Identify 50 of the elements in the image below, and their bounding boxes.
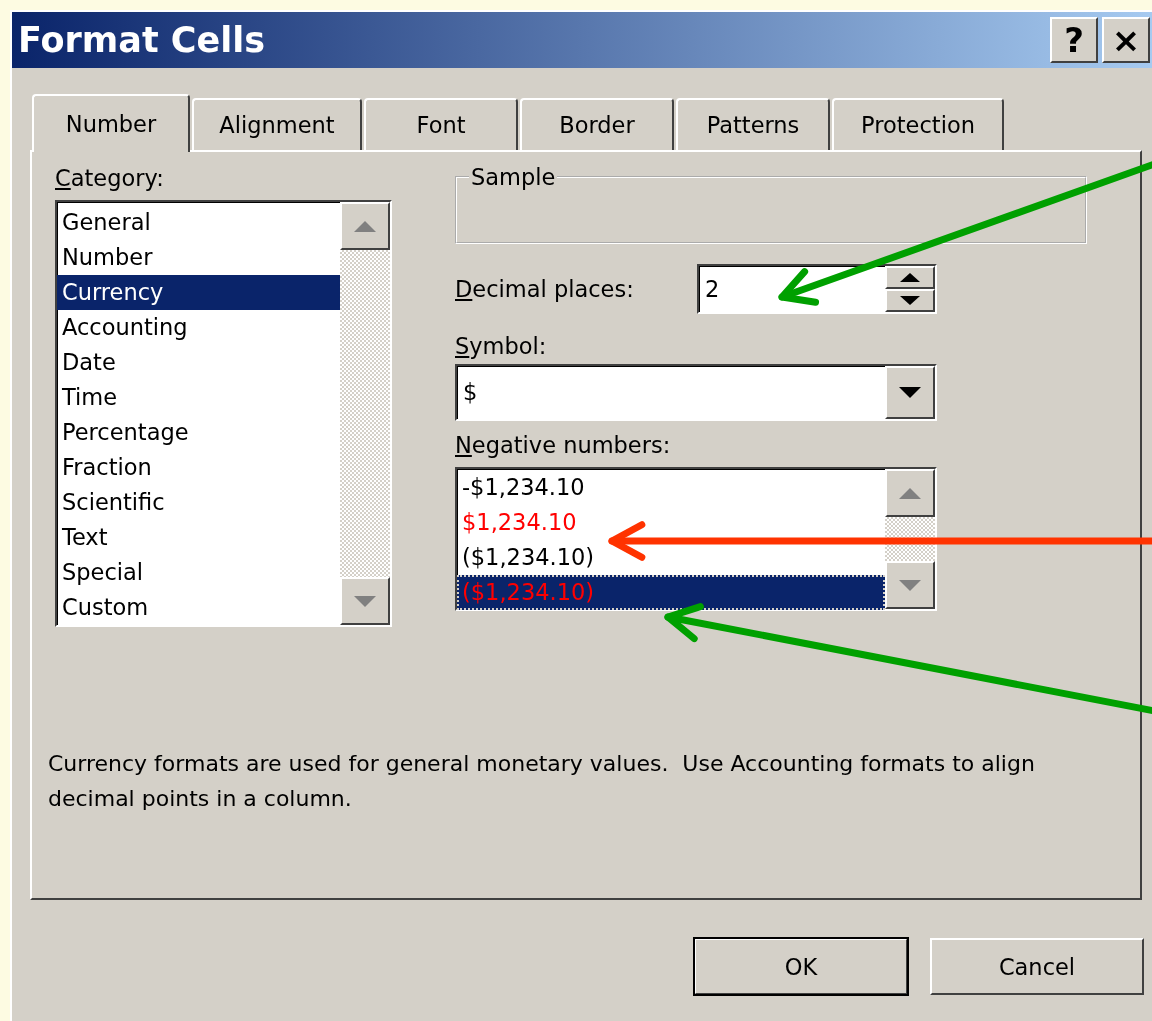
description-text: Currency formats are used for general monetary values. Use Accounting formats to align decimal points in a column. [48, 750, 1036, 813]
scroll-up-button[interactable] [885, 469, 935, 517]
decimal-places-spinner[interactable]: 2 [697, 264, 937, 314]
scroll-down-button[interactable] [885, 561, 935, 609]
symbol-label: Symbol: [455, 332, 548, 360]
tab[interactable]: Number [32, 94, 190, 152]
tab[interactable]: Border [520, 98, 674, 150]
category-item[interactable]: Text [57, 520, 340, 555]
number-format-text: -$1,234.10 [462, 474, 585, 500]
category-item[interactable]: Percentage [57, 415, 340, 450]
category-item[interactable]: Accounting [57, 310, 340, 345]
tab[interactable]: Protection [832, 98, 1004, 150]
symbol-dropdown[interactable]: $ [455, 364, 937, 421]
number-format-text: ($1,234.10) [462, 579, 595, 605]
increment-button[interactable] [885, 266, 935, 289]
negative-number-item[interactable]: ($1,234.10) [457, 575, 885, 610]
category-list[interactable]: General Number Currency Accounting Date Time Percentage Fraction Scientific Text Special Custom [55, 200, 392, 627]
tab[interactable]: Font [364, 98, 518, 150]
cancel-button[interactable]: Cancel [930, 938, 1144, 995]
category-item[interactable]: Number [57, 240, 340, 275]
negative-number-item[interactable]: $1,234.10 [457, 505, 885, 540]
close-button[interactable]: × [1102, 17, 1150, 63]
scroll-up-button[interactable] [340, 202, 390, 250]
category-label: Category: [55, 164, 165, 192]
category-item[interactable]: Custom [57, 590, 340, 625]
negative-number-item[interactable]: ($1,234.10) [457, 540, 885, 575]
category-item[interactable]: Currency [57, 275, 340, 310]
number-format-text: ($1,234.10) [462, 544, 595, 570]
category-item[interactable]: Scientific [57, 485, 340, 520]
dropdown-button[interactable] [885, 366, 935, 419]
negative-number-item[interactable]: -$1,234.10 [457, 470, 885, 505]
scrollbar[interactable] [885, 469, 935, 609]
sample-label: Sample [470, 164, 557, 190]
category-item[interactable]: Date [57, 345, 340, 380]
negative-numbers-list[interactable]: -$1,234.10 $1,234.10 ($1,234.10) ($1,234.10) [455, 467, 937, 611]
tab[interactable]: Alignment [192, 98, 362, 150]
negative-numbers-label: Negative numbers: [455, 431, 672, 459]
decrement-button[interactable] [885, 289, 935, 312]
window-title: Format Cells [18, 20, 266, 60]
category-item[interactable]: Special [57, 555, 340, 590]
category-item[interactable]: Time [57, 380, 340, 415]
tab[interactable]: Patterns [676, 98, 830, 150]
ok-button[interactable]: OK [694, 938, 908, 995]
number-format-text: $1,234.10 [462, 509, 577, 535]
help-button[interactable]: ? [1050, 17, 1098, 63]
category-item[interactable]: Fraction [57, 450, 340, 485]
category-item[interactable]: General [57, 205, 340, 240]
decimal-places-label: Decimal places: [455, 275, 635, 303]
scroll-down-button[interactable] [340, 577, 390, 625]
scrollbar[interactable] [340, 202, 390, 625]
